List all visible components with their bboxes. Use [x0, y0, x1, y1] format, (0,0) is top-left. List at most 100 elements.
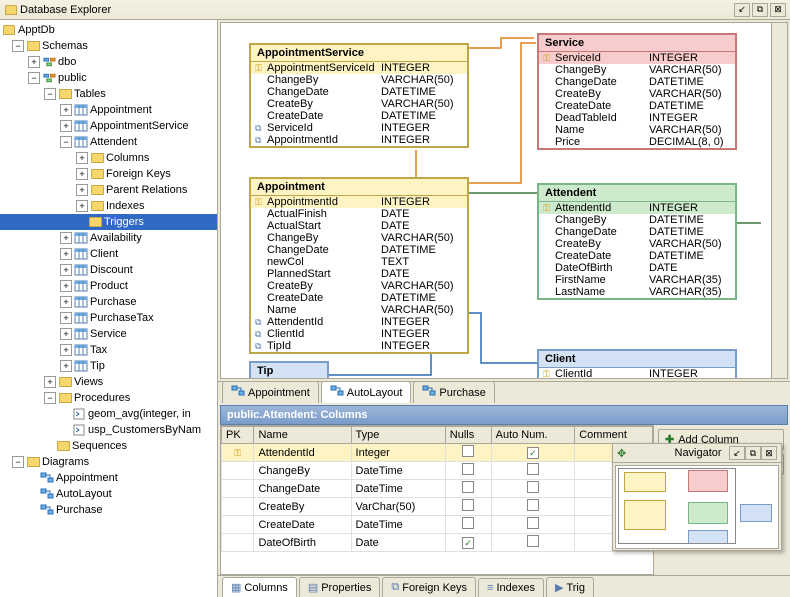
grid-row[interactable]: CreateDateDateTime: [222, 516, 653, 534]
tree-proc[interactable]: usp_CustomersByNam: [0, 422, 217, 438]
grid-row[interactable]: ChangeDateDateTime: [222, 480, 653, 498]
vertical-scrollbar[interactable]: [771, 23, 787, 378]
tree-parent-relations[interactable]: +Parent Relations: [0, 182, 217, 198]
maximize-button[interactable]: ⧉: [752, 3, 768, 17]
expand-icon[interactable]: +: [60, 360, 72, 372]
tree-table-purchasetax[interactable]: +PurchaseTax: [0, 310, 217, 326]
expand-icon[interactable]: +: [76, 200, 88, 212]
tree-schemas[interactable]: −Schemas: [0, 38, 217, 54]
diagram-tab-appointment[interactable]: Appointment: [222, 381, 319, 403]
nulls-checkbox[interactable]: [462, 445, 474, 457]
tree-schema-public[interactable]: −public: [0, 70, 217, 86]
tree-table-appointmentservice[interactable]: +AppointmentService: [0, 118, 217, 134]
grid-header[interactable]: Type: [351, 427, 445, 444]
autonum-checkbox[interactable]: [527, 481, 539, 493]
tree-diagram-autolayout[interactable]: AutoLayout: [0, 486, 217, 502]
detail-tab-properties[interactable]: ▤Properties: [299, 577, 381, 597]
nulls-checkbox[interactable]: [462, 463, 474, 475]
nulls-checkbox[interactable]: ✓: [462, 537, 474, 549]
er-table-appointmentservice[interactable]: AppointmentService ⚿AppointmentServiceId…: [249, 43, 469, 148]
nav-min-button[interactable]: ↙: [729, 446, 745, 460]
autonum-checkbox[interactable]: ✓: [527, 447, 539, 459]
tree-table-tax[interactable]: +Tax: [0, 342, 217, 358]
tree-diagram-purchase[interactable]: Purchase: [0, 502, 217, 518]
expand-icon[interactable]: +: [76, 184, 88, 196]
nav-max-button[interactable]: ⧉: [745, 446, 761, 460]
expand-icon[interactable]: +: [60, 328, 72, 340]
diagram-tab-autolayout[interactable]: AutoLayout: [321, 381, 412, 403]
expand-icon[interactable]: +: [60, 248, 72, 260]
expand-icon[interactable]: +: [60, 120, 72, 132]
collapse-icon[interactable]: −: [12, 40, 24, 52]
tree-table-availability[interactable]: +Availability: [0, 230, 217, 246]
autonum-checkbox[interactable]: [527, 463, 539, 475]
grid-header[interactable]: Name: [254, 427, 351, 444]
grid-row[interactable]: CreateByVarChar(50): [222, 498, 653, 516]
expand-icon[interactable]: +: [60, 232, 72, 244]
tree-sequences[interactable]: Sequences: [0, 438, 217, 454]
nulls-checkbox[interactable]: [462, 481, 474, 493]
er-table-client[interactable]: Client ⚿ClientIdINTEGERChangeByVARCHAR(5…: [537, 349, 737, 379]
grid-row[interactable]: DateOfBirthDate✓: [222, 534, 653, 552]
expand-icon[interactable]: +: [60, 312, 72, 324]
grid-row[interactable]: ⚿AttendentIdInteger✓: [222, 444, 653, 462]
columns-grid[interactable]: PKNameTypeNullsAuto Num.Comment ⚿Attende…: [220, 425, 654, 575]
nulls-checkbox[interactable]: [462, 499, 474, 511]
collapse-icon[interactable]: −: [12, 456, 24, 468]
tree-table-client[interactable]: +Client: [0, 246, 217, 262]
er-table-service[interactable]: Service ⚿ServiceIdINTEGERChangeByVARCHAR…: [537, 33, 737, 150]
expand-icon[interactable]: +: [76, 152, 88, 164]
tree-indexes[interactable]: +Indexes: [0, 198, 217, 214]
expand-icon[interactable]: +: [44, 376, 56, 388]
tree-procedures[interactable]: −Procedures: [0, 390, 217, 406]
close-button[interactable]: ⊠: [770, 3, 786, 17]
navigator-minimap[interactable]: [615, 465, 779, 549]
tree-panel[interactable]: ApptDb −Schemas +dbo −public −Tables +Ap…: [0, 20, 218, 597]
autonum-checkbox[interactable]: [527, 517, 539, 529]
tree-tables[interactable]: −Tables: [0, 86, 217, 102]
expand-icon[interactable]: +: [76, 168, 88, 180]
expand-icon[interactable]: +: [28, 56, 40, 68]
collapse-icon[interactable]: −: [44, 88, 56, 100]
minimize-button[interactable]: ↙: [734, 3, 750, 17]
tree-proc[interactable]: geom_avg(integer, in: [0, 406, 217, 422]
diagram-tab-purchase[interactable]: Purchase: [413, 381, 494, 403]
detail-tab-foreign-keys[interactable]: ⧉Foreign Keys: [382, 577, 476, 597]
grid-header[interactable]: Comment: [575, 427, 653, 444]
tree-table-tip[interactable]: +Tip: [0, 358, 217, 374]
grid-header[interactable]: Auto Num.: [491, 427, 575, 444]
tree-table-discount[interactable]: +Discount: [0, 262, 217, 278]
tree-views[interactable]: +Views: [0, 374, 217, 390]
tree-schema-dbo[interactable]: +dbo: [0, 54, 217, 70]
grid-header[interactable]: PK: [222, 427, 254, 444]
detail-tab-indexes[interactable]: ≡Indexes: [478, 578, 544, 597]
nav-close-button[interactable]: ⊠: [761, 446, 777, 460]
grid-row[interactable]: ChangeByDateTime: [222, 462, 653, 480]
collapse-icon[interactable]: −: [28, 72, 40, 84]
detail-tab-trig[interactable]: ▶Trig: [546, 577, 594, 597]
er-table-appointment[interactable]: Appointment ⚿AppointmentIdINTEGERActualF…: [249, 177, 469, 354]
tree-foreign-keys[interactable]: +Foreign Keys: [0, 166, 217, 182]
expand-icon[interactable]: +: [60, 344, 72, 356]
tree-columns[interactable]: +Columns: [0, 150, 217, 166]
tree-root[interactable]: ApptDb: [0, 22, 217, 38]
grid-header[interactable]: Nulls: [445, 427, 491, 444]
autonum-checkbox[interactable]: [527, 535, 539, 547]
expand-icon[interactable]: +: [60, 104, 72, 116]
er-canvas[interactable]: AppointmentService ⚿AppointmentServiceId…: [220, 22, 788, 379]
expand-icon[interactable]: +: [60, 280, 72, 292]
tree-table-purchase[interactable]: +Purchase: [0, 294, 217, 310]
collapse-icon[interactable]: −: [44, 392, 56, 404]
tree-table-attendent[interactable]: −Attendent: [0, 134, 217, 150]
er-table-tip[interactable]: Tip: [249, 361, 329, 379]
expand-icon[interactable]: +: [60, 296, 72, 308]
tree-table-service[interactable]: +Service: [0, 326, 217, 342]
collapse-icon[interactable]: −: [60, 136, 72, 148]
tree-diagrams[interactable]: −Diagrams: [0, 454, 217, 470]
autonum-checkbox[interactable]: [527, 499, 539, 511]
er-table-attendent[interactable]: Attendent ⚿AttendentIdINTEGERChangeByDAT…: [537, 183, 737, 300]
tree-table-product[interactable]: +Product: [0, 278, 217, 294]
tree-diagram-appointment[interactable]: Appointment: [0, 470, 217, 486]
expand-icon[interactable]: +: [60, 264, 72, 276]
navigator-panel[interactable]: ✥ Navigator ↙ ⧉ ⊠: [612, 443, 782, 551]
